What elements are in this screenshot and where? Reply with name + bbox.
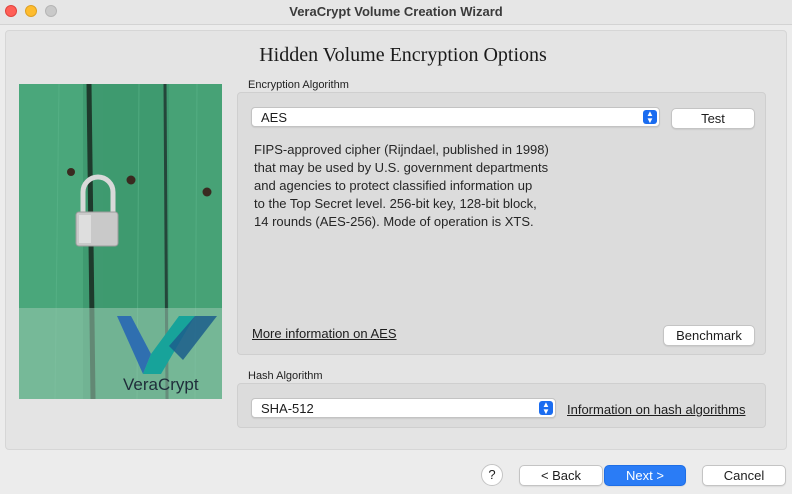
description-line: that may be used by U.S. government depa… <box>254 160 549 175</box>
select-arrows-icon: ▲ ▼ <box>643 110 657 125</box>
description-line: FIPS-approved cipher (Rijndael, publishe… <box>254 142 549 157</box>
more-info-aes-link[interactable]: More information on AES <box>252 326 397 341</box>
wizard-illustration: VeraCrypt <box>19 84 222 399</box>
window-title: VeraCrypt Volume Creation Wizard <box>289 4 503 19</box>
test-button[interactable]: Test <box>671 108 755 129</box>
hash-algorithm-select[interactable]: SHA-512 ▲ ▼ <box>251 398 556 418</box>
description-line: 14 rounds (AES-256). Mode of operation i… <box>254 214 534 229</box>
hash-algorithm-value: SHA-512 <box>261 401 314 416</box>
select-arrows-icon: ▲ ▼ <box>539 401 553 416</box>
benchmark-button[interactable]: Benchmark <box>663 325 755 346</box>
veracrypt-logo-text: VeraCrypt <box>123 375 199 394</box>
description-line: and agencies to protect classified infor… <box>254 178 533 193</box>
encryption-algorithm-select[interactable]: AES ▲ ▼ <box>251 107 660 127</box>
page-title: Hidden Volume Encryption Options <box>259 44 547 66</box>
hash-algorithm-label: Hash Algorithm <box>248 370 323 382</box>
help-button[interactable]: ? <box>481 464 503 486</box>
cancel-button[interactable]: Cancel <box>702 465 786 486</box>
back-button[interactable]: < Back <box>519 465 603 486</box>
hash-info-link[interactable]: Information on hash algorithms <box>567 402 745 417</box>
description-line: to the Top Secret level. 256-bit key, 12… <box>254 196 537 211</box>
padlock-door-image: VeraCrypt <box>19 84 222 399</box>
encryption-algorithm-label: Encryption Algorithm <box>248 79 349 91</box>
next-button[interactable]: Next > <box>604 465 686 486</box>
title-bar: VeraCrypt Volume Creation Wizard <box>0 0 792 25</box>
algorithm-description: FIPS-approved cipher (Rijndael, publishe… <box>254 141 584 231</box>
encryption-algorithm-value: AES <box>261 110 288 125</box>
